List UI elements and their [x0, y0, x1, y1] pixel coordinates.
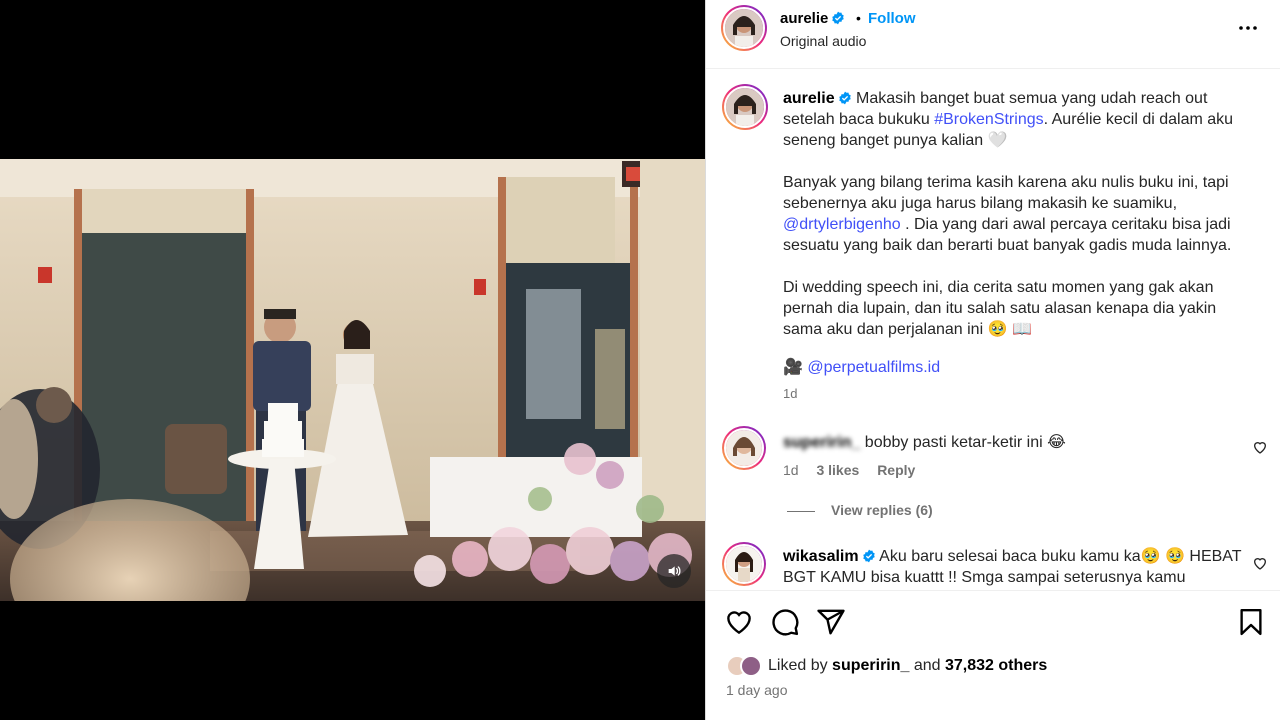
likes-count-link[interactable]: 37,832 others — [945, 657, 1047, 675]
post-details-panel: aurelie • Follow Original audio aurelie … — [705, 0, 1280, 720]
post-actions: Liked by superirin_ and 37,832 others 1 … — [706, 590, 1280, 720]
comment-meta: 1d 3 likes Reply — [783, 462, 929, 478]
follow-button[interactable]: Follow — [868, 10, 916, 27]
mute-toggle-button[interactable] — [657, 554, 691, 588]
bookmark-icon[interactable] — [1236, 607, 1266, 637]
comments-scroll-area[interactable]: aurelie Makasih banget buat semua yang u… — [706, 70, 1280, 590]
comment-icon[interactable] — [770, 607, 800, 637]
mention-link[interactable]: @drtylerbigenho — [783, 216, 901, 233]
video-frame — [0, 159, 705, 601]
hashtag-link[interactable]: #BrokenStrings — [934, 111, 1043, 128]
more-options-icon[interactable] — [1236, 16, 1260, 40]
heart-icon[interactable] — [724, 607, 754, 637]
caption-username[interactable]: aurelie — [783, 90, 835, 107]
comment-like-heart-icon[interactable] — [1252, 555, 1268, 571]
camera-icon: 🎥 — [783, 359, 803, 376]
comment-likes[interactable]: 3 likes — [816, 462, 859, 478]
post-date[interactable]: 1 day ago — [726, 682, 788, 698]
comment-timestamp[interactable]: 1d — [783, 462, 799, 478]
speaker-icon — [668, 566, 681, 576]
share-icon[interactable] — [816, 607, 846, 637]
verified-badge-icon — [838, 91, 851, 105]
post-caption: aurelie Makasih banget buat semua yang u… — [783, 88, 1243, 361]
liker-avatar[interactable] — [740, 655, 762, 677]
reply-button[interactable]: Reply — [877, 462, 915, 478]
commenter-avatar[interactable] — [722, 542, 766, 586]
post-header: aurelie • Follow Original audio — [706, 0, 1280, 69]
comment-username[interactable]: wikasalim — [783, 548, 859, 565]
comment-text: superirin_ bobby pasti ketar-ketir ini 😂 — [783, 434, 1066, 451]
comment-text: wikasalim Aku baru selesai baca buku kam… — [783, 548, 1242, 586]
author-avatar[interactable] — [721, 5, 767, 51]
caption-text: Banyak yang bilang terima kasih karena a… — [783, 174, 1229, 212]
credit-line: 🎥 @perpetualfilms.id — [783, 357, 940, 377]
verified-badge-icon — [832, 11, 845, 25]
header-separator: • — [856, 10, 861, 26]
caption-timestamp[interactable]: 1d — [783, 386, 797, 401]
audio-label[interactable]: Original audio — [780, 33, 866, 49]
commenter-avatar[interactable] — [722, 426, 766, 470]
view-replies-button[interactable]: View replies (6) — [787, 502, 933, 518]
caption-text: Di wedding speech ini, dia cerita satu m… — [783, 279, 1217, 338]
video-player[interactable] — [0, 159, 705, 601]
likes-summary: Liked by superirin_ and 37,832 others — [726, 655, 1047, 677]
caption-author-avatar[interactable] — [722, 84, 768, 130]
author-username[interactable]: aurelie — [780, 10, 845, 27]
verified-badge-icon — [862, 549, 875, 563]
comment-username[interactable]: superirin_ — [783, 434, 860, 451]
liker-username[interactable]: superirin_ — [832, 657, 909, 675]
comment-like-heart-icon[interactable] — [1252, 439, 1268, 455]
credit-mention-link[interactable]: @perpetualfilms.id — [807, 359, 940, 376]
post-media[interactable] — [0, 0, 705, 720]
replies-divider — [787, 510, 815, 512]
